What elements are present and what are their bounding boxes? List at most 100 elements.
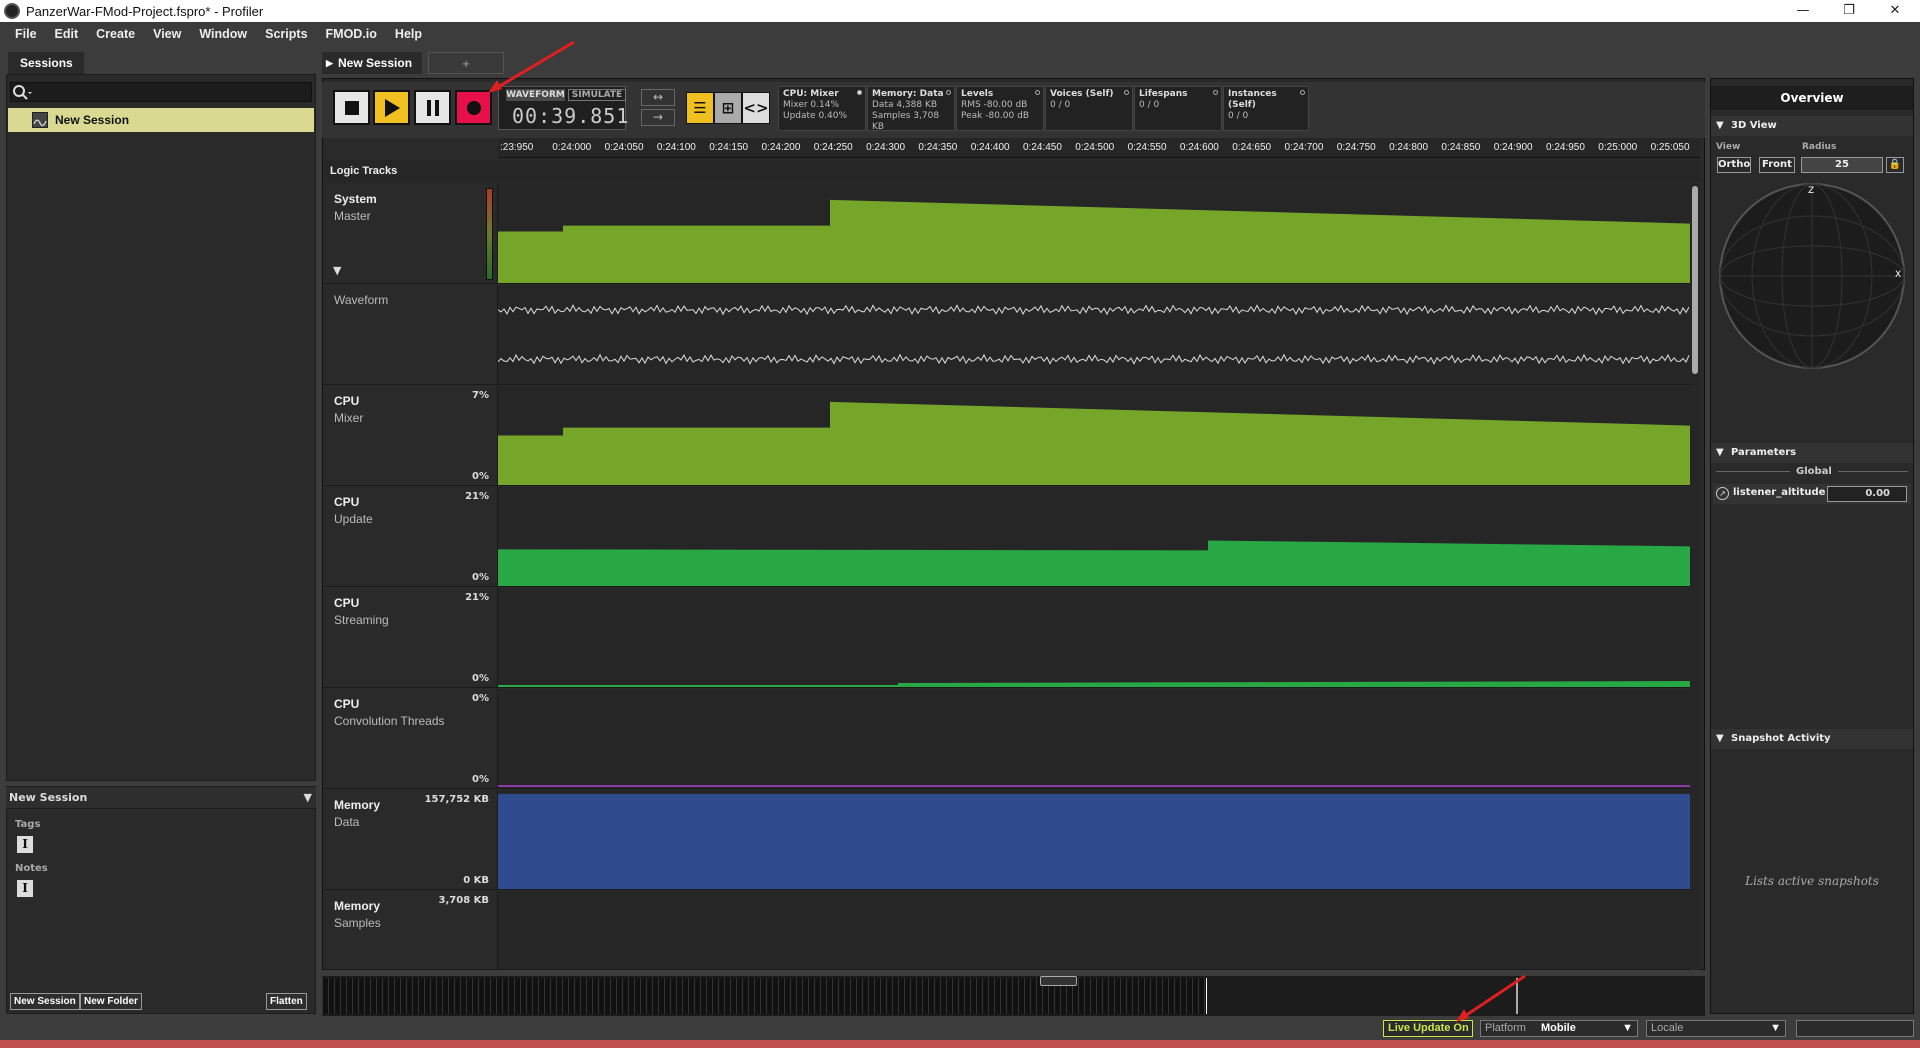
track-memory-data[interactable]: Memory Data 157,752 KB 0 KB [324, 790, 1690, 890]
collapse-icon[interactable]: ▼ [1716, 443, 1724, 463]
record-icon [466, 100, 481, 115]
ruler-tick: 0:24:000 [552, 142, 592, 153]
stat-memory-data[interactable]: Memory: Data Data 4,388 KB Samples 3,708… [867, 86, 955, 132]
stat-toggle-icon[interactable] [1035, 90, 1040, 95]
follow-icon[interactable]: → [641, 109, 675, 126]
section-snapshot-activity[interactable]: ▼ Snapshot Activity [1711, 729, 1913, 749]
platform-select[interactable]: Platform Mobile ▼ [1480, 1020, 1638, 1037]
stop-button[interactable] [333, 90, 370, 125]
tab-sessions[interactable]: Sessions [8, 52, 84, 74]
list-view-icon[interactable]: ☰ [686, 92, 714, 124]
stat-toggle-icon[interactable] [1213, 90, 1218, 95]
window-title: PanzerWar-FMod-Project.fspro* - Profiler [26, 3, 264, 19]
tags-edit-icon[interactable]: I [17, 836, 33, 853]
pause-button[interactable] [414, 90, 451, 125]
tab-new-session[interactable]: ▶ New Session [322, 52, 422, 74]
track-graph[interactable] [498, 891, 1690, 970]
stat-toggle-icon[interactable] [946, 90, 951, 95]
menu-create[interactable]: Create [87, 27, 144, 41]
param-value-field[interactable]: 0.00 [1827, 486, 1907, 502]
track-cpu-update[interactable]: CPU Update 21% 0% [324, 487, 1690, 587]
tracks-view-icon[interactable]: ⊞ [714, 92, 742, 124]
notes-edit-icon[interactable]: I [17, 880, 33, 897]
axis-x-label: X [1895, 270, 1902, 280]
menu-edit[interactable]: Edit [46, 27, 88, 41]
simulate-mode-button[interactable]: SIMULATE [568, 89, 626, 101]
stat-levels[interactable]: Levels RMS -80.00 dB Peak -80.00 dB [956, 86, 1044, 131]
stat-instances[interactable]: Instances (Self) 0 / 0 [1223, 86, 1309, 131]
track-graph[interactable] [498, 689, 1690, 789]
track-min: 0% [472, 572, 489, 583]
param-row[interactable]: ↗ listener_altitude 0.00 [1713, 484, 1911, 504]
stat-toggle-icon[interactable] [1124, 90, 1129, 95]
ruler-tick: 0:24:100 [656, 142, 696, 153]
overview-title: Overview [1711, 86, 1913, 110]
menu-view[interactable]: View [144, 27, 190, 41]
overview-handle[interactable] [1040, 976, 1077, 986]
section-parameters[interactable]: ▼ Parameters [1711, 443, 1913, 463]
stat-title: CPU: Mixer [783, 89, 839, 99]
section-title: 3D View [1731, 120, 1777, 131]
session-list-item[interactable]: New Session [8, 108, 314, 132]
3d-view-sphere[interactable]: Z X [1718, 182, 1906, 370]
timeline-overview[interactable] [0, 976, 1705, 1016]
track-graph[interactable] [498, 285, 1690, 385]
radius-field[interactable]: 25 [1801, 157, 1883, 173]
tracks-scrollbar-thumb[interactable] [1692, 186, 1698, 374]
menu-scripts[interactable]: Scripts [256, 27, 316, 41]
close-icon[interactable]: ✕ [1872, 0, 1918, 22]
play-button[interactable] [373, 90, 410, 125]
track-label: Waveform [324, 285, 498, 385]
stat-toggle-icon[interactable] [857, 90, 862, 95]
add-tab-button[interactable]: + [428, 52, 504, 74]
locale-select[interactable]: Locale ▼ [1646, 1020, 1786, 1037]
expand-icon[interactable]: ▼ [333, 264, 341, 277]
track-graph[interactable] [498, 386, 1690, 486]
tags-label: Tags [15, 819, 41, 830]
stat-line: Samples 3,708 KB [872, 111, 940, 132]
track-system-master[interactable]: System Master ▼ [324, 184, 1690, 284]
track-cpu-streaming[interactable]: CPU Streaming 21% 0% [324, 588, 1690, 688]
stat-cpu-mixer[interactable]: CPU: Mixer Mixer 0.14% Update 0.40% [778, 86, 866, 131]
chevron-down-icon[interactable]: ▼ [304, 787, 312, 809]
track-graph[interactable] [498, 184, 1690, 284]
minimize-icon[interactable]: — [1780, 0, 1826, 22]
section-3d-view[interactable]: ▼ 3D View [1711, 116, 1913, 136]
track-graph[interactable] [498, 588, 1690, 688]
stat-title: Lifespans [1139, 89, 1188, 99]
notes-label: Notes [15, 863, 48, 874]
session-search-input[interactable] [10, 82, 312, 102]
stat-voices[interactable]: Voices (Self) 0 / 0 [1045, 86, 1133, 131]
waveform-mode-button[interactable]: WAVEFORM [506, 89, 565, 101]
collapse-icon[interactable]: ▼ [1716, 116, 1724, 136]
menu-fmodio[interactable]: FMOD.io [317, 27, 386, 41]
code-view-icon[interactable]: <> [742, 92, 770, 124]
timeline-ruler[interactable]: :23:950 0:24:000 0:24:050 0:24:100 0:24:150 0… [498, 138, 1700, 158]
ortho-button[interactable]: Ortho [1717, 157, 1751, 173]
level-meter [486, 188, 493, 280]
menu-help[interactable]: Help [386, 27, 431, 41]
track-cpu-convolution[interactable]: CPU Convolution Threads 0% 0% [324, 689, 1690, 789]
waveform-plot [498, 304, 1690, 365]
stat-line: Peak -80.00 dB [961, 111, 1029, 121]
stat-lifespans[interactable]: Lifespans 0 / 0 [1134, 86, 1222, 131]
track-cpu-mixer[interactable]: CPU Mixer 7% 0% [324, 386, 1690, 486]
section-title: Parameters [1731, 447, 1797, 458]
track-memory-samples[interactable]: Memory Samples 3,708 KB [324, 891, 1690, 970]
maximize-icon[interactable]: ❐ [1826, 0, 1872, 22]
track-graph[interactable] [498, 790, 1690, 890]
collapse-icon[interactable]: ▼ [1716, 729, 1724, 749]
menu-file[interactable]: File [6, 27, 46, 41]
track-waveform[interactable]: Waveform [324, 285, 1690, 385]
live-update-toggle[interactable]: Live Update On [1383, 1020, 1473, 1037]
menu-window[interactable]: Window [190, 27, 256, 41]
front-button[interactable]: Front [1759, 157, 1795, 173]
record-button[interactable] [455, 90, 492, 125]
radius-label: Radius [1802, 142, 1837, 152]
stat-line: RMS -80.00 dB [961, 100, 1028, 110]
zoom-fit-icon[interactable]: ↔ [641, 89, 675, 106]
track-title: CPU [334, 596, 360, 610]
track-graph[interactable] [498, 487, 1690, 587]
stat-toggle-icon[interactable] [1300, 90, 1305, 95]
lock-icon[interactable]: 🔒 [1886, 157, 1904, 173]
